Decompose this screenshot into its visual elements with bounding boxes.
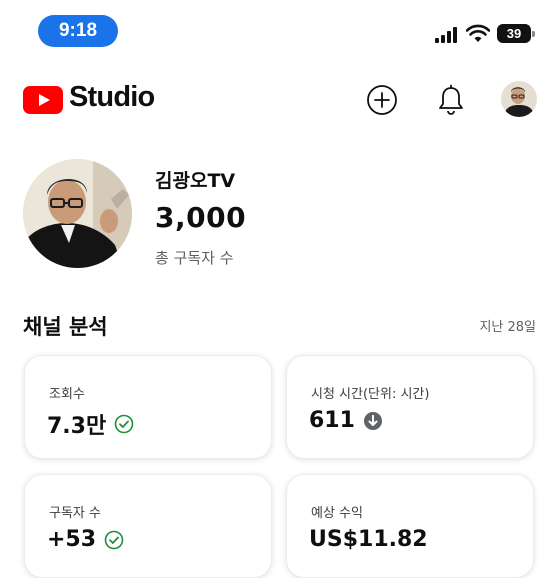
- analytics-card-watch-time[interactable]: 시청 시간(단위: 시간) 611: [286, 355, 534, 459]
- card-label: 조회수: [49, 387, 85, 402]
- analytics-card-revenue[interactable]: 예상 수익 US$11.82: [286, 474, 534, 578]
- card-label: 구독자 수: [49, 506, 101, 521]
- card-value-row: 7.3만: [47, 408, 134, 440]
- status-time: 9:18: [38, 15, 118, 47]
- arrow-down-circle-icon: [363, 411, 382, 430]
- card-label: 시청 시간(단위: 시간): [311, 387, 430, 402]
- card-value-row: US$11.82: [309, 527, 428, 552]
- subscriber-count: 3,000: [155, 201, 247, 234]
- card-value-row: +53: [47, 527, 124, 552]
- battery-cap: [532, 31, 535, 37]
- wifi-icon: [466, 24, 490, 42]
- analytics-card-subscribers[interactable]: 구독자 수 +53: [24, 474, 272, 578]
- analytics-period[interactable]: 지난 28일: [479, 316, 536, 335]
- channel-name: 김광오TV: [155, 170, 236, 192]
- account-avatar[interactable]: [501, 81, 537, 117]
- check-circle-icon: [114, 414, 134, 434]
- status-bar: 9:18 39: [0, 0, 560, 62]
- analytics-title: 채널 분석: [23, 315, 108, 339]
- card-value: 7.3만: [47, 414, 107, 439]
- create-button[interactable]: [362, 80, 402, 120]
- card-value-row: 611: [309, 408, 383, 433]
- bell-icon: [439, 84, 463, 115]
- plus-circle-icon: [367, 85, 397, 115]
- cellular-signal-icon: [435, 27, 461, 43]
- app-header: Studio: [0, 72, 560, 128]
- studio-wordmark: Studio: [69, 81, 155, 113]
- check-circle-icon: [104, 530, 124, 549]
- channel-photo: [23, 159, 132, 268]
- card-label: 예상 수익: [311, 506, 363, 521]
- notifications-button[interactable]: [431, 80, 471, 120]
- card-value: 611: [309, 408, 355, 433]
- card-value: +53: [47, 527, 97, 552]
- subscriber-label: 총 구독자 수: [155, 249, 234, 267]
- battery-level: 39: [506, 26, 522, 41]
- channel-avatar[interactable]: [23, 159, 132, 268]
- analytics-card-views[interactable]: 조회수 7.3만: [24, 355, 272, 459]
- account-photo: [501, 81, 537, 117]
- battery-icon: 39: [497, 24, 531, 43]
- youtube-logo-icon[interactable]: [23, 86, 63, 114]
- card-value: US$11.82: [309, 527, 428, 552]
